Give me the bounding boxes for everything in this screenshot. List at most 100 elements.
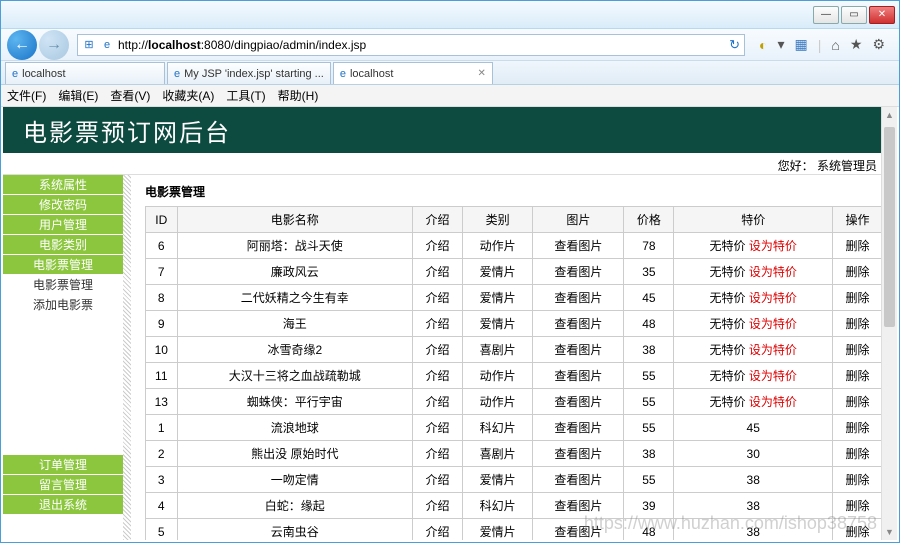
delete-link[interactable]: 删除 xyxy=(833,467,883,493)
menu-view[interactable]: 查看(V) xyxy=(110,87,150,104)
maximize-button[interactable]: ▭ xyxy=(841,6,867,24)
set-special-link[interactable]: 设为特价 xyxy=(749,317,797,331)
menu-favorites[interactable]: 收藏夹(A) xyxy=(162,87,214,104)
delete-link[interactable]: 删除 xyxy=(833,285,883,311)
close-button[interactable]: ✕ xyxy=(869,6,895,24)
cell-name: 冰雪奇缘2 xyxy=(177,337,412,363)
view-image-link[interactable]: 查看图片 xyxy=(533,259,624,285)
back-button[interactable]: ← xyxy=(7,30,37,60)
sidebar-item[interactable]: 订单管理 xyxy=(3,455,123,475)
vertical-scrollbar[interactable]: ▲ ▼ xyxy=(881,107,897,540)
sidebar-subitem[interactable]: 添加电影票 xyxy=(3,295,123,315)
cell-special: 38 xyxy=(674,519,833,541)
set-special-link[interactable]: 设为特价 xyxy=(749,395,797,409)
intro-link[interactable]: 介绍 xyxy=(413,493,463,519)
column-header: 电影名称 xyxy=(177,207,412,233)
set-special-link[interactable]: 设为特价 xyxy=(749,239,797,253)
scroll-up-icon[interactable]: ▲ xyxy=(882,107,897,123)
security-icon[interactable]: ◐ xyxy=(759,37,767,53)
intro-link[interactable]: 介绍 xyxy=(413,519,463,541)
view-image-link[interactable]: 查看图片 xyxy=(533,233,624,259)
intro-link[interactable]: 介绍 xyxy=(413,285,463,311)
view-image-link[interactable]: 查看图片 xyxy=(533,493,624,519)
sidebar: 系统属性修改密码用户管理电影类别电影票管理 电影票管理添加电影票 订单管理留言管… xyxy=(3,175,123,540)
tab-1[interactable]: eMy JSP 'index.jsp' starting ... xyxy=(167,62,331,84)
sidebar-item[interactable]: 电影票管理 xyxy=(3,255,123,275)
intro-link[interactable]: 介绍 xyxy=(413,441,463,467)
tab-2[interactable]: elocalhost✕ xyxy=(333,62,493,84)
close-tab-icon[interactable]: ✕ xyxy=(477,68,485,79)
view-image-link[interactable]: 查看图片 xyxy=(533,363,624,389)
set-special-link[interactable]: 设为特价 xyxy=(749,369,797,383)
refresh-icon[interactable]: ↻ xyxy=(729,37,740,53)
forward-button[interactable]: → xyxy=(39,30,69,60)
intro-link[interactable]: 介绍 xyxy=(413,363,463,389)
cell-category: 爱情片 xyxy=(462,311,532,337)
sidebar-item[interactable]: 留言管理 xyxy=(3,475,123,495)
delete-link[interactable]: 删除 xyxy=(833,337,883,363)
view-image-link[interactable]: 查看图片 xyxy=(533,519,624,541)
intro-link[interactable]: 介绍 xyxy=(413,415,463,441)
set-special-link[interactable]: 设为特价 xyxy=(749,343,797,357)
cell-category: 爱情片 xyxy=(462,519,532,541)
minimize-button[interactable]: — xyxy=(813,6,839,24)
sidebar-item[interactable]: 用户管理 xyxy=(3,215,123,235)
view-image-link[interactable]: 查看图片 xyxy=(533,311,624,337)
sidebar-subitem[interactable]: 电影票管理 xyxy=(3,275,123,295)
view-image-link[interactable]: 查看图片 xyxy=(533,441,624,467)
delete-link[interactable]: 删除 xyxy=(833,389,883,415)
delete-link[interactable]: 删除 xyxy=(833,259,883,285)
intro-link[interactable]: 介绍 xyxy=(413,467,463,493)
page-banner: 电影票预订网后台 xyxy=(3,107,897,153)
intro-link[interactable]: 介绍 xyxy=(413,337,463,363)
intro-link[interactable]: 介绍 xyxy=(413,389,463,415)
view-image-link[interactable]: 查看图片 xyxy=(533,389,624,415)
set-special-link[interactable]: 设为特价 xyxy=(749,265,797,279)
dropdown-icon[interactable]: ▾ xyxy=(778,36,785,53)
view-image-link[interactable]: 查看图片 xyxy=(533,415,624,441)
delete-link[interactable]: 删除 xyxy=(833,519,883,541)
cell-price: 55 xyxy=(624,389,674,415)
favorites-icon[interactable]: ★ xyxy=(850,36,863,53)
cell-price: 38 xyxy=(624,441,674,467)
view-image-link[interactable]: 查看图片 xyxy=(533,467,624,493)
menu-file[interactable]: 文件(F) xyxy=(7,87,46,104)
table-row: 8二代妖精之今生有幸介绍爱情片查看图片45无特价 设为特价删除 xyxy=(146,285,883,311)
settings-icon[interactable]: ⚙ xyxy=(872,36,885,53)
rss-icon[interactable]: ▦ xyxy=(795,36,808,53)
table-row: 4白蛇：缘起介绍科幻片查看图片3938删除 xyxy=(146,493,883,519)
address-bar[interactable]: ⊞ e http://localhost:8080/dingpiao/admin… xyxy=(77,34,745,56)
sidebar-item[interactable]: 电影类别 xyxy=(3,235,123,255)
delete-link[interactable]: 删除 xyxy=(833,233,883,259)
cell-id: 10 xyxy=(146,337,178,363)
menu-edit[interactable]: 编辑(E) xyxy=(58,87,98,104)
cell-id: 1 xyxy=(146,415,178,441)
sidebar-item[interactable]: 修改密码 xyxy=(3,195,123,215)
view-image-link[interactable]: 查看图片 xyxy=(533,337,624,363)
compat-icon[interactable]: ⊞ xyxy=(82,38,96,52)
sidebar-item[interactable]: 退出系统 xyxy=(3,495,123,515)
sidebar-item[interactable]: 系统属性 xyxy=(3,175,123,195)
cell-name: 白蛇：缘起 xyxy=(177,493,412,519)
delete-link[interactable]: 删除 xyxy=(833,363,883,389)
intro-link[interactable]: 介绍 xyxy=(413,311,463,337)
home-icon[interactable]: ⌂ xyxy=(831,37,839,53)
intro-link[interactable]: 介绍 xyxy=(413,259,463,285)
scroll-down-icon[interactable]: ▼ xyxy=(882,524,897,540)
set-special-link[interactable]: 设为特价 xyxy=(749,291,797,305)
delete-link[interactable]: 删除 xyxy=(833,311,883,337)
intro-link[interactable]: 介绍 xyxy=(413,233,463,259)
cell-special: 无特价 设为特价 xyxy=(674,337,833,363)
delete-link[interactable]: 删除 xyxy=(833,441,883,467)
cell-category: 喜剧片 xyxy=(462,441,532,467)
ie-icon: e xyxy=(174,68,180,80)
menu-help[interactable]: 帮助(H) xyxy=(278,87,319,104)
scroll-thumb[interactable] xyxy=(884,127,895,327)
delete-link[interactable]: 删除 xyxy=(833,493,883,519)
cell-id: 13 xyxy=(146,389,178,415)
ie-icon: e xyxy=(340,68,346,80)
tab-0[interactable]: elocalhost xyxy=(5,62,165,84)
menu-tools[interactable]: 工具(T) xyxy=(226,87,265,104)
delete-link[interactable]: 删除 xyxy=(833,415,883,441)
view-image-link[interactable]: 查看图片 xyxy=(533,285,624,311)
